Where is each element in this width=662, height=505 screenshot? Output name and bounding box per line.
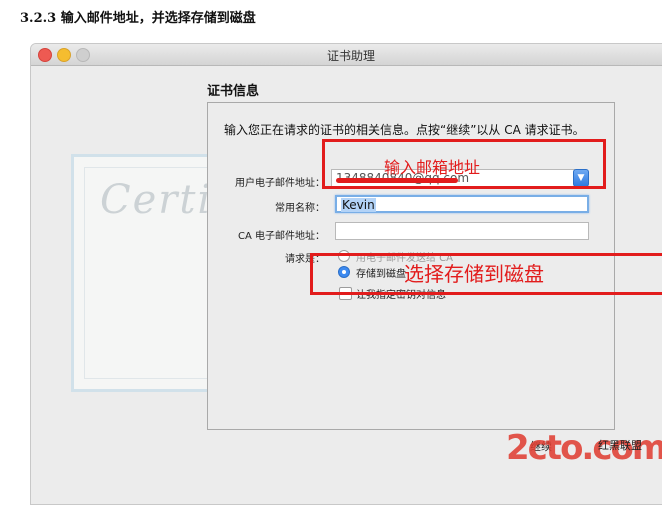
ca-email-field[interactable] <box>335 222 589 240</box>
disk-annotation-text: 选择存储到磁盘 <box>404 262 544 286</box>
instruction-text: 输入您正在请求的证书的相关信息。点按“继续”以从 CA 请求证书。 <box>224 123 585 137</box>
window-titlebar: 证书助理 <box>31 44 662 66</box>
site-watermark-subtitle: 红黑联盟 <box>598 439 642 452</box>
window-title: 证书助理 <box>326 49 375 63</box>
common-name-value: Kevin <box>341 198 376 212</box>
request-label: 请求是： <box>285 254 325 265</box>
document-heading: 3.2.3 输入邮件地址，并选择存储到磁盘 <box>20 11 256 26</box>
email-annotation-text: 输入邮箱地址 <box>384 158 481 177</box>
user-email-label: 用户电子邮件地址： <box>235 178 325 189</box>
email-redaction-scribble <box>336 178 458 183</box>
ca-email-label: CA 电子邮件地址： <box>237 231 325 242</box>
panel-heading: 证书信息 <box>207 84 260 99</box>
common-name-field[interactable]: Kevin <box>335 195 589 213</box>
common-name-label: 常用名称： <box>275 203 325 214</box>
